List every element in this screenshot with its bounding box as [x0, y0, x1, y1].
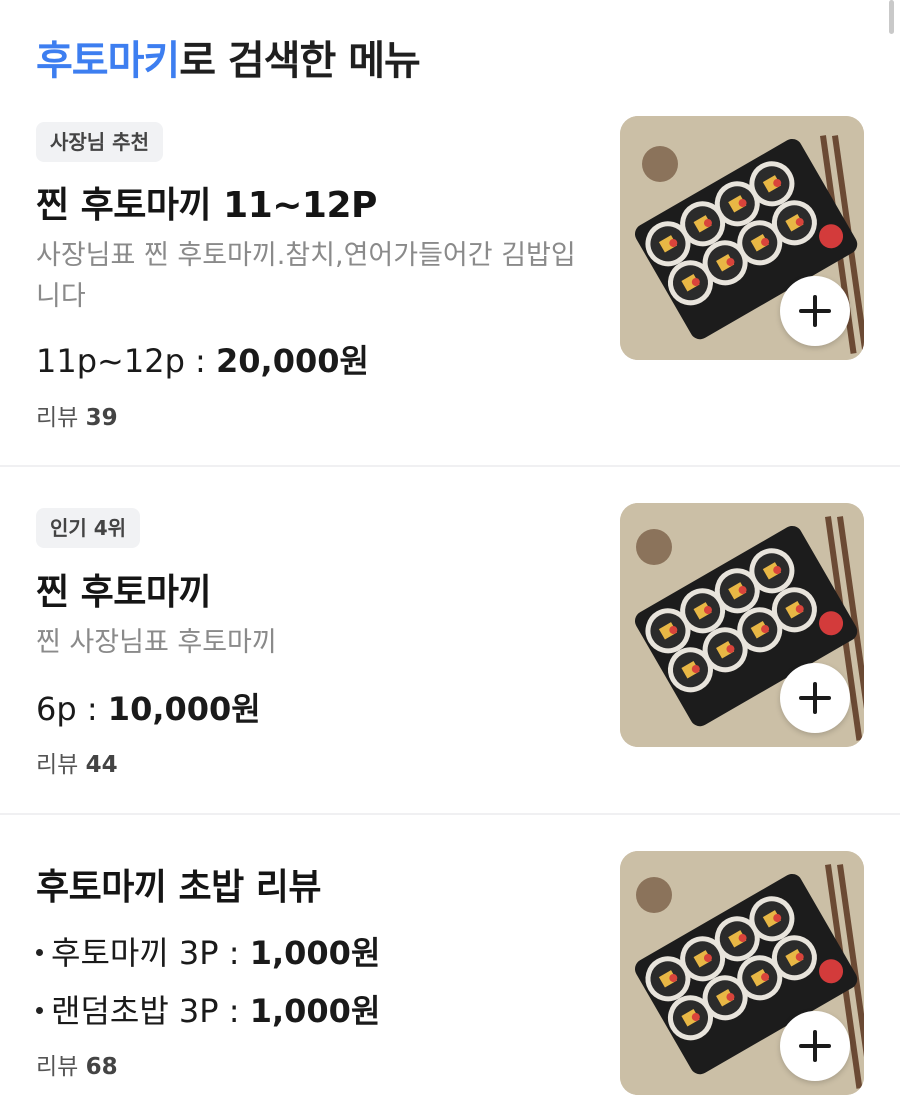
- menu-description: 찐 사장님표 후토마끼: [36, 627, 277, 658]
- menu-title: 찐 후토마끼 11~12P: [36, 185, 377, 226]
- add-to-cart-button[interactable]: [780, 663, 850, 733]
- menu-description: 사장님표 찐 후토마끼.참치,연어가들어간 김밥입니다: [36, 240, 576, 312]
- review-count: 리뷰 39: [36, 398, 118, 432]
- ranking-badge: 인기 4위: [36, 508, 141, 548]
- menu-price: 6p : 10,000원: [36, 684, 261, 730]
- add-to-cart-button[interactable]: [780, 276, 850, 346]
- review-label: 리뷰: [36, 752, 79, 778]
- menu-title: 후토마끼 초밥 리뷰: [36, 867, 322, 908]
- review-count: 리뷰 44: [36, 745, 118, 779]
- search-keyword: 후토마키: [36, 38, 180, 84]
- bullet-icon: [36, 948, 43, 956]
- menu-title: 찐 후토마끼: [36, 572, 212, 613]
- bullet-icon: [36, 1006, 43, 1014]
- futomaki-photo[interactable]: [620, 116, 864, 360]
- review-number: 39: [85, 405, 118, 431]
- option-price: 1,000원: [249, 934, 381, 972]
- page-title: 후토마키로 검색한 메뉴: [36, 28, 421, 86]
- price-value: 10,000원: [107, 690, 261, 728]
- option-line: 랜덤초밥 3P : 1,000원: [36, 986, 380, 1032]
- futomaki-photo[interactable]: [620, 503, 864, 747]
- recommend-badge: 사장님 추천: [36, 122, 163, 162]
- price-label: 11p~12p :: [36, 342, 216, 380]
- divider: [0, 465, 900, 467]
- review-label: 리뷰: [36, 405, 79, 431]
- review-label: 리뷰: [36, 1054, 79, 1080]
- price-value: 20,000원: [216, 342, 369, 380]
- option-label: 후토마끼 3P :: [51, 934, 250, 972]
- option-line: 후토마끼 3P : 1,000원: [36, 928, 380, 974]
- futomaki-photo[interactable]: [620, 851, 864, 1095]
- option-label: 랜덤초밥 3P :: [51, 992, 250, 1030]
- option-price: 1,000원: [249, 992, 381, 1030]
- scrollbar[interactable]: [889, 0, 894, 34]
- review-count: 리뷰 68: [36, 1047, 118, 1081]
- add-to-cart-button[interactable]: [780, 1011, 850, 1081]
- menu-price: 11p~12p : 20,000원: [36, 336, 369, 382]
- review-number: 44: [85, 752, 118, 778]
- divider: [0, 813, 900, 815]
- review-number: 68: [85, 1054, 118, 1080]
- page-title-suffix: 로 검색한 메뉴: [179, 38, 421, 84]
- price-label: 6p :: [36, 690, 108, 728]
